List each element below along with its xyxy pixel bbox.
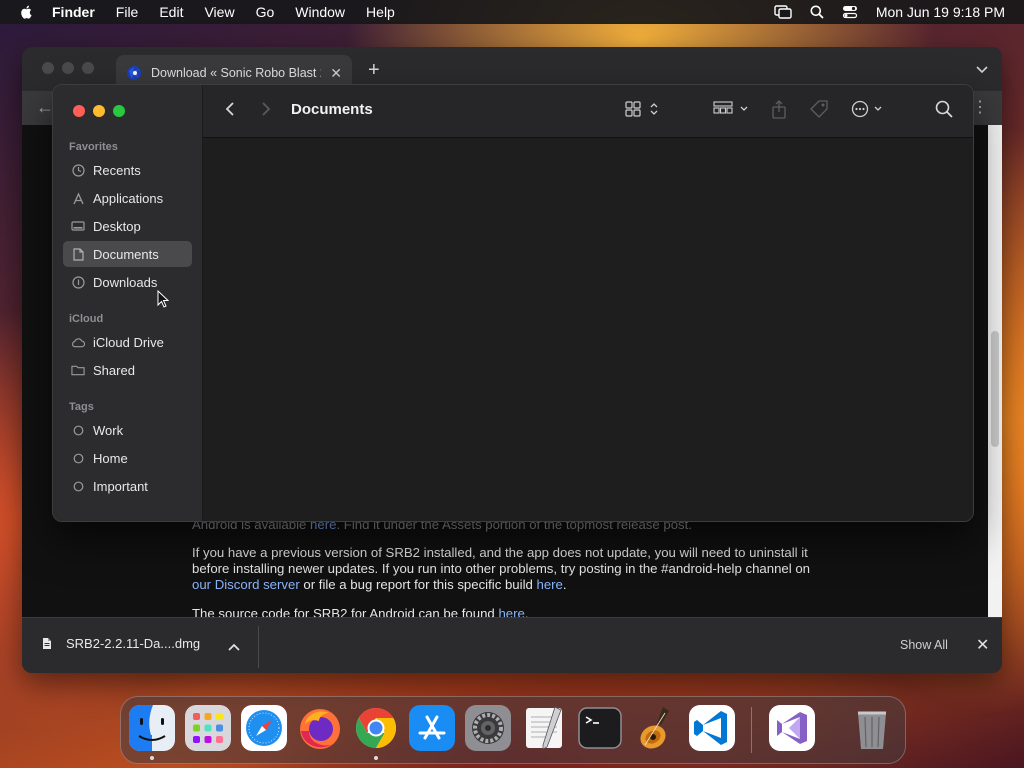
search-icon[interactable]: [810, 5, 824, 19]
mouse-cursor-icon: [157, 290, 169, 308]
tag-circle-icon: [71, 479, 85, 493]
document-icon: [71, 247, 85, 261]
update-instructions-paragraph: If you have a previous version of SRB2 i…: [192, 545, 810, 592]
finder-zoom-button[interactable]: [113, 105, 125, 117]
applications-icon: [71, 191, 85, 205]
sidebar-item-applications[interactable]: Applications: [63, 185, 192, 211]
group-by-icon[interactable]: [713, 100, 751, 118]
sidebar-item-shared[interactable]: Shared: [63, 357, 192, 383]
share-icon[interactable]: [771, 100, 787, 120]
menu-edit[interactable]: Edit: [159, 4, 183, 20]
browser-close-button[interactable]: [42, 62, 54, 74]
finder-toolbar: Documents: [203, 85, 973, 138]
download-circle-icon: [71, 275, 85, 289]
discord-server-link[interactable]: our Discord server: [192, 577, 300, 592]
sidebar-tag-important[interactable]: Important: [63, 473, 192, 499]
tab-search-chevron-icon[interactable]: [976, 61, 988, 79]
dock-textedit-icon[interactable]: [521, 705, 567, 751]
back-chevron-icon[interactable]: [225, 101, 235, 122]
sidebar-item-documents[interactable]: Documents: [63, 241, 192, 267]
browser-minimize-button[interactable]: [62, 62, 74, 74]
tag-icon[interactable]: [809, 100, 829, 120]
menu-view[interactable]: View: [204, 4, 234, 20]
chrome-running-indicator: [374, 756, 378, 760]
download-item[interactable]: SRB2-2.2.11-Da....dmg: [42, 636, 200, 651]
sidebar-tag-home[interactable]: Home: [63, 445, 192, 471]
dock-visual-studio-icon[interactable]: [769, 705, 815, 751]
sidebar-tag-work[interactable]: Work: [63, 417, 192, 443]
browser-zoom-button[interactable]: [82, 62, 94, 74]
download-shelf-divider: [258, 626, 259, 668]
menu-help[interactable]: Help: [366, 4, 395, 20]
finder-content-area[interactable]: Documents: [203, 85, 973, 521]
finder-window-title: Documents: [291, 101, 373, 118]
dock-separator: [751, 707, 752, 753]
menubar-clock[interactable]: Mon Jun 19 9:18 PM: [876, 4, 1005, 20]
action-more-icon[interactable]: [851, 100, 887, 118]
tab-title: Download « Sonic Robo Blast 2: [151, 66, 321, 80]
menu-bar: Finder File Edit View Go Window Help Mon…: [0, 0, 1024, 24]
dock-terminal-icon[interactable]: [577, 705, 623, 751]
sonic-favicon-icon: [127, 66, 141, 80]
finder-minimize-button[interactable]: [93, 105, 105, 117]
finder-window: Favorites Recents Applications Desktop D…: [52, 84, 974, 522]
finder-close-button[interactable]: [73, 105, 85, 117]
shared-folder-icon: [71, 363, 85, 377]
sidebar-item-icloud-drive[interactable]: iCloud Drive: [63, 329, 192, 355]
desktop-icon: [71, 219, 85, 233]
tag-circle-icon: [71, 423, 85, 437]
menu-file[interactable]: File: [116, 4, 139, 20]
control-center-icon[interactable]: [842, 5, 858, 19]
download-shelf: SRB2-2.2.11-Da....dmg Show All ✕: [22, 617, 1002, 673]
page-scrollbar[interactable]: [988, 125, 1002, 617]
bug-report-here-link[interactable]: here: [537, 577, 563, 592]
menu-app-name[interactable]: Finder: [52, 4, 95, 20]
new-tab-button[interactable]: +: [368, 59, 380, 82]
file-icon: [43, 638, 51, 649]
dock-trash-icon[interactable]: [849, 705, 895, 751]
dock-system-settings-icon[interactable]: [465, 705, 511, 751]
apple-icon[interactable]: [16, 5, 38, 19]
dock-chrome-icon[interactable]: [353, 705, 399, 751]
cloud-icon: [71, 335, 85, 349]
dock-garageband-icon[interactable]: [633, 705, 679, 751]
menu-go[interactable]: Go: [256, 4, 275, 20]
browser-window-controls: [42, 62, 94, 74]
close-tab-icon[interactable]: ✕: [330, 65, 342, 82]
sidebar-item-downloads[interactable]: Downloads: [63, 269, 192, 295]
dock: [120, 696, 906, 764]
screen-mirroring-icon[interactable]: [774, 5, 792, 19]
download-options-chevron-icon[interactable]: [228, 638, 240, 656]
dock-vscode-icon[interactable]: [689, 705, 735, 751]
dock-firefox-icon[interactable]: [297, 705, 343, 751]
tag-circle-icon: [71, 451, 85, 465]
download-file-name: SRB2-2.2.11-Da....dmg: [66, 636, 201, 651]
finder-window-controls: [73, 105, 125, 117]
dock-app-store-icon[interactable]: [409, 705, 455, 751]
view-mode-grid-icon[interactable]: [625, 100, 661, 118]
menu-window[interactable]: Window: [295, 4, 345, 20]
tags-heading: Tags: [69, 401, 94, 413]
sidebar-item-desktop[interactable]: Desktop: [63, 213, 192, 239]
finder-running-indicator: [150, 756, 154, 760]
dock-launchpad-icon[interactable]: [185, 705, 231, 751]
dock-safari-icon[interactable]: [241, 705, 287, 751]
finder-search-icon[interactable]: [935, 100, 953, 118]
sidebar-item-recents[interactable]: Recents: [63, 157, 192, 183]
show-all-downloads-button[interactable]: Show All: [900, 638, 948, 652]
more-menu-icon[interactable]: ⋮: [972, 97, 988, 117]
scrollbar-thumb[interactable]: [991, 331, 999, 447]
icloud-heading: iCloud: [69, 313, 104, 325]
forward-chevron-icon[interactable]: [261, 101, 271, 122]
finder-sidebar: Favorites Recents Applications Desktop D…: [53, 85, 203, 521]
favorites-heading: Favorites: [69, 141, 118, 153]
close-download-shelf-icon[interactable]: ✕: [976, 635, 989, 655]
dock-finder-icon[interactable]: [129, 705, 175, 751]
clock-icon: [71, 163, 85, 177]
